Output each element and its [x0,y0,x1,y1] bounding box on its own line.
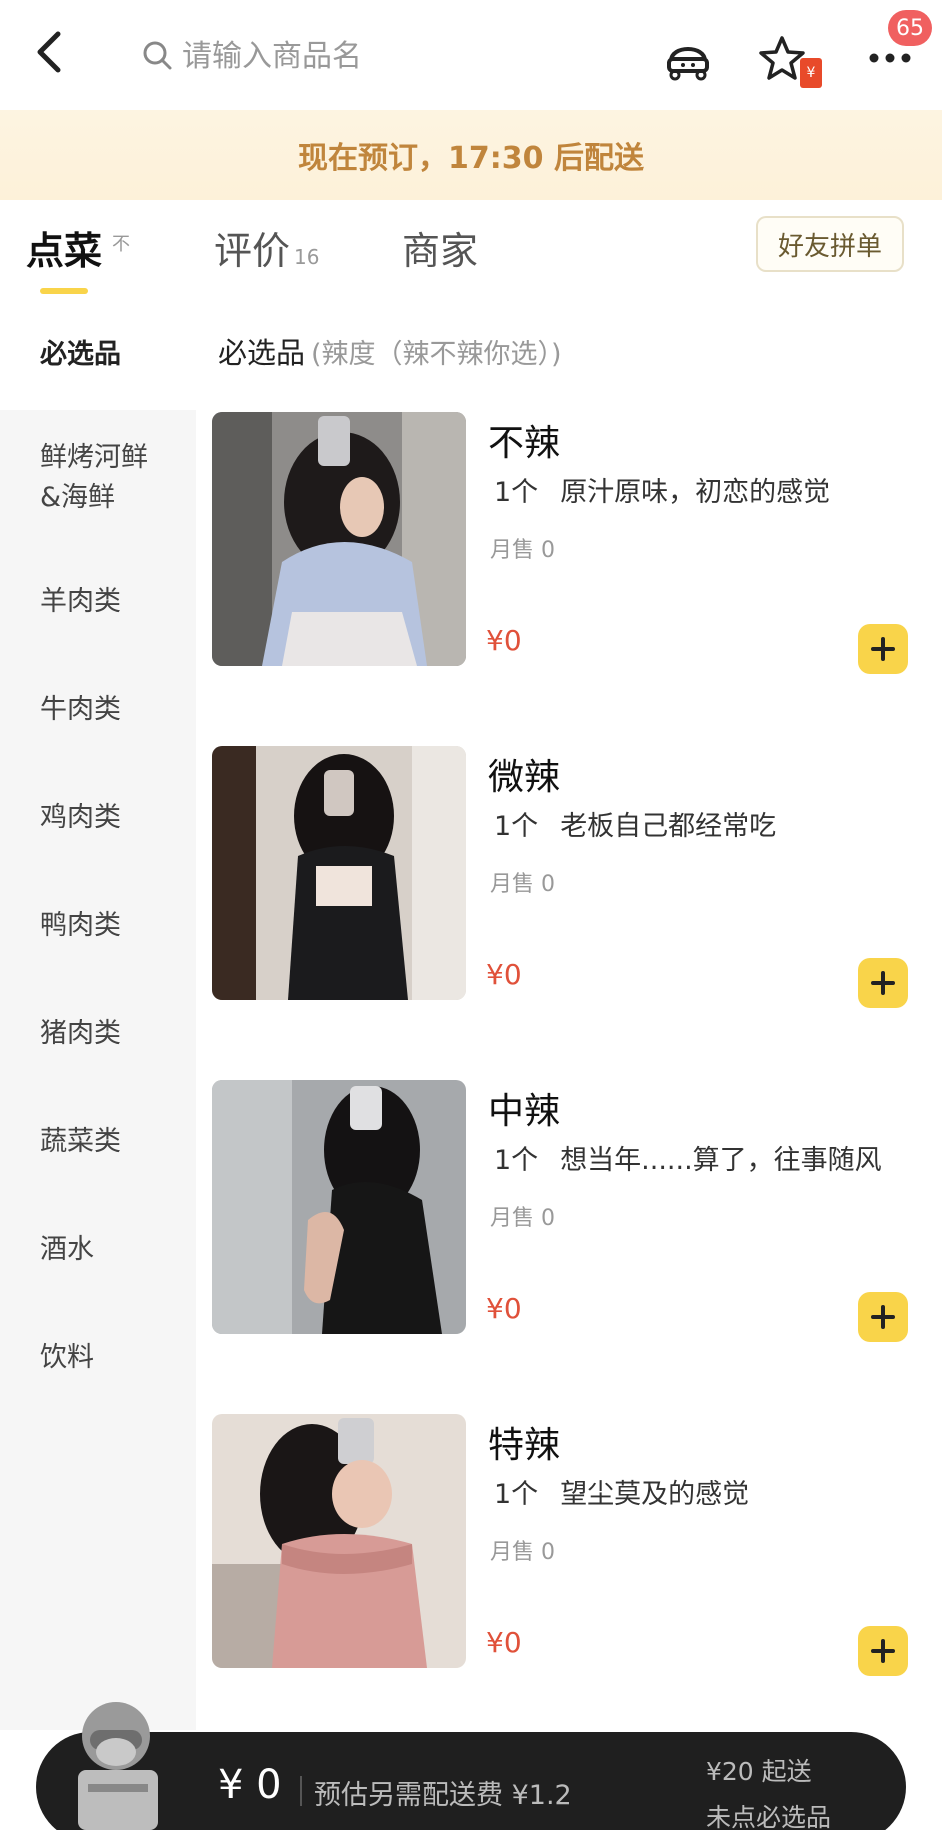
tab-order[interactable]: 点菜不 [26,220,130,275]
sidebar-item-label: 酒水 [40,1234,94,1265]
product-desc-text: 老板自己都经常吃 [560,811,777,842]
product-qty: 1个 [494,811,539,842]
add-to-cart-button[interactable] [858,1626,908,1676]
product-qty: 1个 [494,477,539,508]
sidebar-item-beef[interactable]: 牛肉类 [0,690,196,730]
plus-icon [871,637,895,661]
product-desc-text: 望尘莫及的感觉 [560,1479,750,1510]
sidebar-item-label: 蔬菜类 [40,1126,121,1157]
product-name: 不辣 [488,423,561,464]
sidebar-item-alcohol[interactable]: 酒水 [0,1230,196,1270]
product-desc-text: 想当年......算了，往事随风 [560,1145,882,1176]
sidebar-item-label: 鸭肉类 [40,910,121,941]
product-image [212,746,466,1000]
coupon-tag: ¥ [800,58,822,88]
plus-icon [871,1639,895,1663]
sidebar-item-label: 羊肉类 [40,586,121,617]
add-to-cart-button[interactable] [858,1292,908,1342]
product-sales: 月售 0 [490,538,555,563]
tab-merchant-label: 商家 [402,229,479,273]
product-price: ¥0 [486,958,522,991]
sidebar-item-label: 猪肉类 [40,1018,121,1049]
product-price: ¥0 [486,1626,522,1659]
product-image [212,1414,466,1668]
top-bar: ¥ 65 [0,0,942,110]
delivery-rider-icon [78,1702,158,1830]
product-price: ¥0 [486,1292,522,1325]
product-name: 特辣 [488,1425,561,1466]
product-name: 中辣 [488,1091,561,1132]
plus-icon [871,971,895,995]
group-order-button[interactable]: 好友拼单 [756,216,904,272]
add-to-cart-button[interactable] [858,958,908,1008]
section-title-text: 必选品 [218,336,306,370]
chevron-left-icon [37,31,61,73]
sidebar-item-seafood[interactable]: 鲜烤河鲜 &海鲜 [0,438,196,518]
sidebar-item-label: 必选品 [40,339,121,370]
sidebar-item-label: 鸡肉类 [40,802,121,833]
section-title: 必选品 (辣度（辣不辣你选）) [218,330,562,372]
search-icon [143,41,172,70]
product-description: 1个 望尘莫及的感觉 [494,1472,749,1511]
category-sidebar: 必选品 鲜烤河鲜 &海鲜 羊肉类 牛肉类 鸡肉类 鸭肉类 猪肉类 蔬菜类 酒水 … [0,300,196,1730]
cart-divider [300,1776,302,1806]
min-order: ¥20 起送 [706,1757,812,1786]
product-item[interactable]: 微辣 1个 老板自己都经常吃 月售 0 ¥0 [212,746,932,1008]
product-image [212,1080,466,1334]
sidebar-item-label: 饮料 [40,1342,94,1373]
tab-reviews-count: 16 [294,245,320,269]
must-pick-notice: 未点必选品 [706,1803,832,1830]
product-sales: 月售 0 [490,1540,555,1565]
sidebar-item-pork[interactable]: 猪肉类 [0,1014,196,1054]
message-count-badge: 65 [888,10,932,46]
sidebar-item-drinks[interactable]: 饮料 [0,1338,196,1378]
sidebar-item-label: 牛肉类 [40,694,121,725]
tab-reviews[interactable]: 评价 16 [214,220,319,275]
product-item[interactable]: 不辣 1个 原汁原味，初恋的感觉 月售 0 ¥0 [212,412,932,674]
tab-reviews-label: 评价 [214,229,291,273]
sidebar-item-lamb[interactable]: 羊肉类 [0,582,196,622]
product-qty: 1个 [494,1145,539,1176]
cart-icon[interactable] [60,1696,180,1830]
sidebar-item-label: 鲜烤河鲜 &海鲜 [40,442,148,513]
product-item[interactable]: 特辣 1个 望尘莫及的感觉 月售 0 ¥0 [212,1414,932,1676]
product-price: ¥0 [486,624,522,657]
product-name: 微辣 [488,757,561,798]
search-input[interactable] [182,38,522,74]
tab-merchant[interactable]: 商家 [402,220,478,275]
sidebar-item-duck[interactable]: 鸭肉类 [0,906,196,946]
customer-service-button[interactable] [658,28,718,88]
product-sales: 月售 0 [490,872,555,897]
cart-total: ¥ 0 [218,1762,282,1808]
product-description: 1个 想当年......算了，往事随风 [494,1138,882,1177]
product-description: 1个 原汁原味，初恋的感觉 [494,470,830,509]
section-subtitle: (辣度（辣不辣你选）) [311,339,562,370]
more-dots-icon [869,53,911,63]
rider-service-icon [667,47,709,81]
tab-order-label: 点菜 [26,229,103,273]
tab-order-sub: 不 [112,234,131,256]
delivery-notice: 现在预订，17:30 后配送 [0,110,942,200]
sidebar-item-chicken[interactable]: 鸡肉类 [0,798,196,838]
product-sales: 月售 0 [490,1206,555,1231]
product-qty: 1个 [494,1479,539,1510]
product-image [212,412,466,666]
delivery-notice-text: 现在预订，17:30 后配送 [298,141,644,176]
product-item[interactable]: 中辣 1个 想当年......算了，往事随风 月售 0 ¥0 [212,1080,932,1342]
back-button[interactable] [30,28,70,76]
add-to-cart-button[interactable] [858,624,908,674]
tab-active-indicator [40,288,88,294]
sidebar-item-required[interactable]: 必选品 [0,300,196,410]
sidebar-item-vegetables[interactable]: 蔬菜类 [0,1122,196,1162]
product-description: 1个 老板自己都经常吃 [494,804,776,843]
plus-icon [871,1305,895,1329]
product-desc-text: 原汁原味，初恋的感觉 [560,477,831,508]
delivery-fee: 预估另需配送费 ¥1.2 [314,1780,572,1811]
page: ¥ 65 现在预订，17:30 后配送 点菜不 评价16 商家 好友拼单 必选品… [0,0,942,1830]
search-box[interactable] [140,30,540,82]
